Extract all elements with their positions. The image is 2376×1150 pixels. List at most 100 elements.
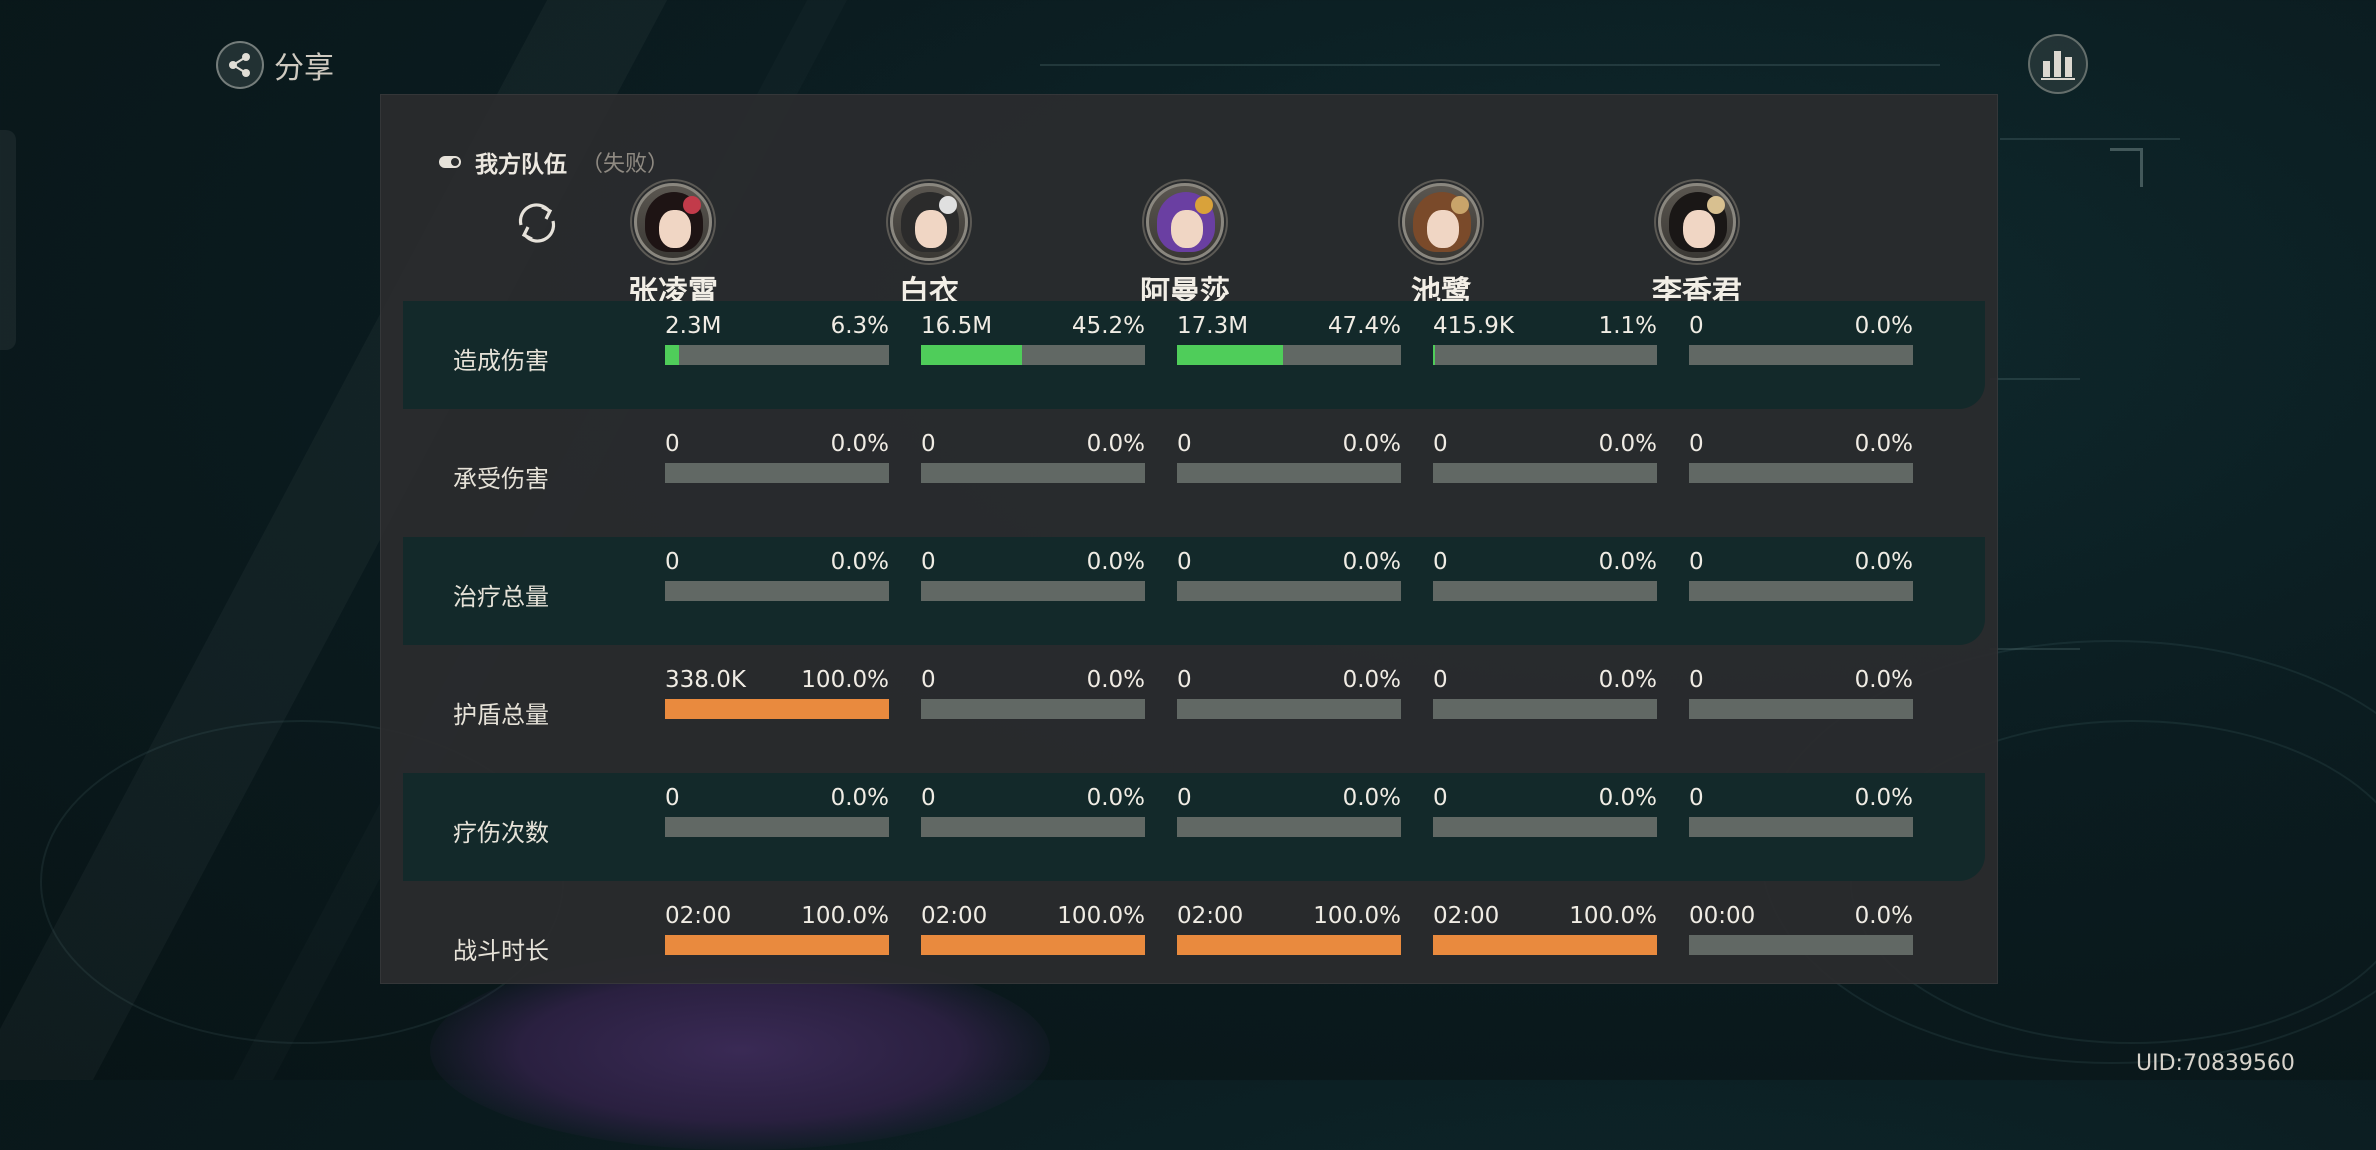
character-avatar — [1146, 183, 1224, 261]
stat-progress-fill — [665, 699, 889, 719]
stat-cell: 338.0K 100.0% — [665, 665, 889, 725]
stat-cell: 0 0.0% — [665, 783, 889, 843]
share-button[interactable]: 分享 — [216, 40, 334, 90]
stat-progress-fill — [921, 935, 1145, 955]
stat-value: 0 — [1433, 549, 1448, 575]
stat-value: 16.5M — [921, 313, 993, 339]
stat-percent: 100.0% — [801, 667, 889, 693]
stat-progress-bar — [1433, 581, 1657, 601]
stat-value: 02:00 — [665, 903, 732, 929]
stat-cell: 0 0.0% — [1689, 311, 1913, 371]
stat-cell: 0 0.0% — [921, 665, 1145, 725]
stat-value: 0 — [665, 785, 680, 811]
stat-percent: 0.0% — [1086, 785, 1145, 811]
stat-cell: 16.5M 45.2% — [921, 311, 1145, 371]
stat-value: 0 — [1689, 549, 1704, 575]
switch-team-button[interactable] — [509, 195, 565, 251]
stat-row: 造成伤害 2.3M 6.3% 16.5M 45.2% 17.3M 47.4% 415.9K 1.… — [403, 301, 1985, 409]
stat-value: 0 — [1689, 785, 1704, 811]
stat-progress-bar — [1433, 463, 1657, 483]
stat-value: 02:00 — [1177, 903, 1244, 929]
stat-progress-bar — [921, 699, 1145, 719]
stat-value: 02:00 — [921, 903, 988, 929]
stat-value: 338.0K — [665, 667, 746, 693]
stat-cell: 0 0.0% — [1177, 547, 1401, 607]
stat-progress-bar — [665, 699, 889, 719]
stat-cell: 0 0.0% — [1433, 547, 1657, 607]
side-drawer-handle[interactable] — [0, 130, 16, 350]
stat-cell: 0 0.0% — [1177, 429, 1401, 489]
stat-label: 造成伤害 — [453, 347, 549, 375]
stat-progress-bar — [921, 935, 1145, 955]
stat-percent: 0.0% — [1086, 549, 1145, 575]
stat-cell: 17.3M 47.4% — [1177, 311, 1401, 371]
stat-progress-bar — [665, 581, 889, 601]
stat-percent: 0.0% — [830, 431, 889, 457]
stat-progress-bar — [1177, 699, 1401, 719]
stat-progress-bar — [1689, 345, 1913, 365]
refresh-icon — [518, 203, 556, 243]
stat-percent: 0.0% — [1854, 549, 1913, 575]
stat-value: 0 — [1433, 431, 1448, 457]
stat-cell: 0 0.0% — [921, 783, 1145, 843]
stat-value: 0 — [921, 785, 936, 811]
character-card[interactable]: 张凌霄 — [593, 183, 753, 311]
character-card[interactable]: 阿曼莎 — [1105, 183, 1265, 311]
stat-percent: 0.0% — [1854, 667, 1913, 693]
stat-value: 0 — [1177, 431, 1192, 457]
stat-value: 0 — [1433, 667, 1448, 693]
statistics-button[interactable] — [2028, 34, 2088, 94]
stat-value: 00:00 — [1689, 903, 1756, 929]
character-avatar — [1658, 183, 1736, 261]
stat-progress-bar — [1433, 345, 1657, 365]
background-corner-ornament — [2110, 148, 2143, 187]
stat-progress-bar — [1689, 699, 1913, 719]
stat-percent: 0.0% — [830, 549, 889, 575]
stat-value: 0 — [1689, 313, 1704, 339]
character-avatar — [634, 183, 712, 261]
stat-cell: 0 0.0% — [1433, 665, 1657, 725]
stat-percent: 0.0% — [1086, 667, 1145, 693]
character-avatar — [890, 183, 968, 261]
stat-progress-fill — [1433, 345, 1436, 365]
character-card[interactable]: 池鹭 — [1361, 183, 1521, 311]
stat-cell: 0 0.0% — [1689, 547, 1913, 607]
stat-progress-bar — [1689, 581, 1913, 601]
stat-percent: 0.0% — [1086, 431, 1145, 457]
stat-value: 0 — [1689, 431, 1704, 457]
stat-progress-bar — [1177, 817, 1401, 837]
stat-progress-fill — [1433, 935, 1657, 955]
stat-cell: 0 0.0% — [1177, 665, 1401, 725]
stat-progress-bar — [1433, 699, 1657, 719]
stat-label: 治疗总量 — [453, 583, 549, 611]
stat-percent: 0.0% — [1854, 903, 1913, 929]
stat-row: 疗伤次数 0 0.0% 0 0.0% 0 0.0% 0 0.0% 0 0.0% — [403, 773, 1985, 881]
background-line — [1040, 64, 1940, 66]
stat-percent: 0.0% — [1342, 549, 1401, 575]
stat-progress-bar — [921, 345, 1145, 365]
stat-percent: 0.0% — [1854, 785, 1913, 811]
background-line — [2000, 138, 2180, 140]
stat-cell: 0 0.0% — [1433, 429, 1657, 489]
share-label: 分享 — [274, 51, 334, 86]
stat-cell: 0 0.0% — [921, 547, 1145, 607]
stat-cell: 02:00 100.0% — [1177, 901, 1401, 961]
character-card[interactable]: 白衣 — [849, 183, 1009, 311]
character-card[interactable]: 李香君 — [1617, 183, 1777, 311]
stat-progress-bar — [921, 463, 1145, 483]
stat-cell: 415.9K 1.1% — [1433, 311, 1657, 371]
stat-value: 415.9K — [1433, 313, 1514, 339]
stat-value: 0 — [921, 549, 936, 575]
stat-value: 2.3M — [665, 313, 722, 339]
stat-progress-bar — [1433, 935, 1657, 955]
stat-value: 0 — [921, 431, 936, 457]
stat-progress-bar — [1689, 817, 1913, 837]
stat-cell: 0 0.0% — [1689, 665, 1913, 725]
stat-cell: 0 0.0% — [921, 429, 1145, 489]
stat-progress-fill — [1177, 345, 1284, 365]
share-icon — [216, 41, 264, 89]
stat-percent: 0.0% — [1598, 549, 1657, 575]
stat-value: 0 — [665, 431, 680, 457]
stat-value: 02:00 — [1433, 903, 1500, 929]
stat-percent: 47.4% — [1327, 313, 1401, 339]
